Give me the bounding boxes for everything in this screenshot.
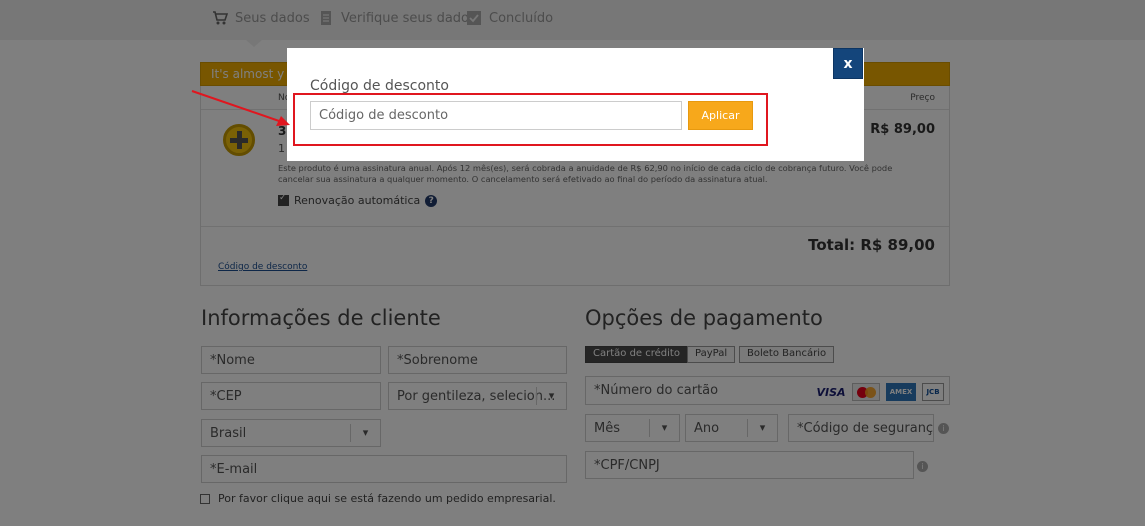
close-button[interactable]: x bbox=[833, 48, 863, 79]
modal-title: Código de desconto bbox=[310, 78, 449, 94]
highlight-box bbox=[293, 93, 768, 146]
red-arrow-icon bbox=[191, 90, 290, 126]
